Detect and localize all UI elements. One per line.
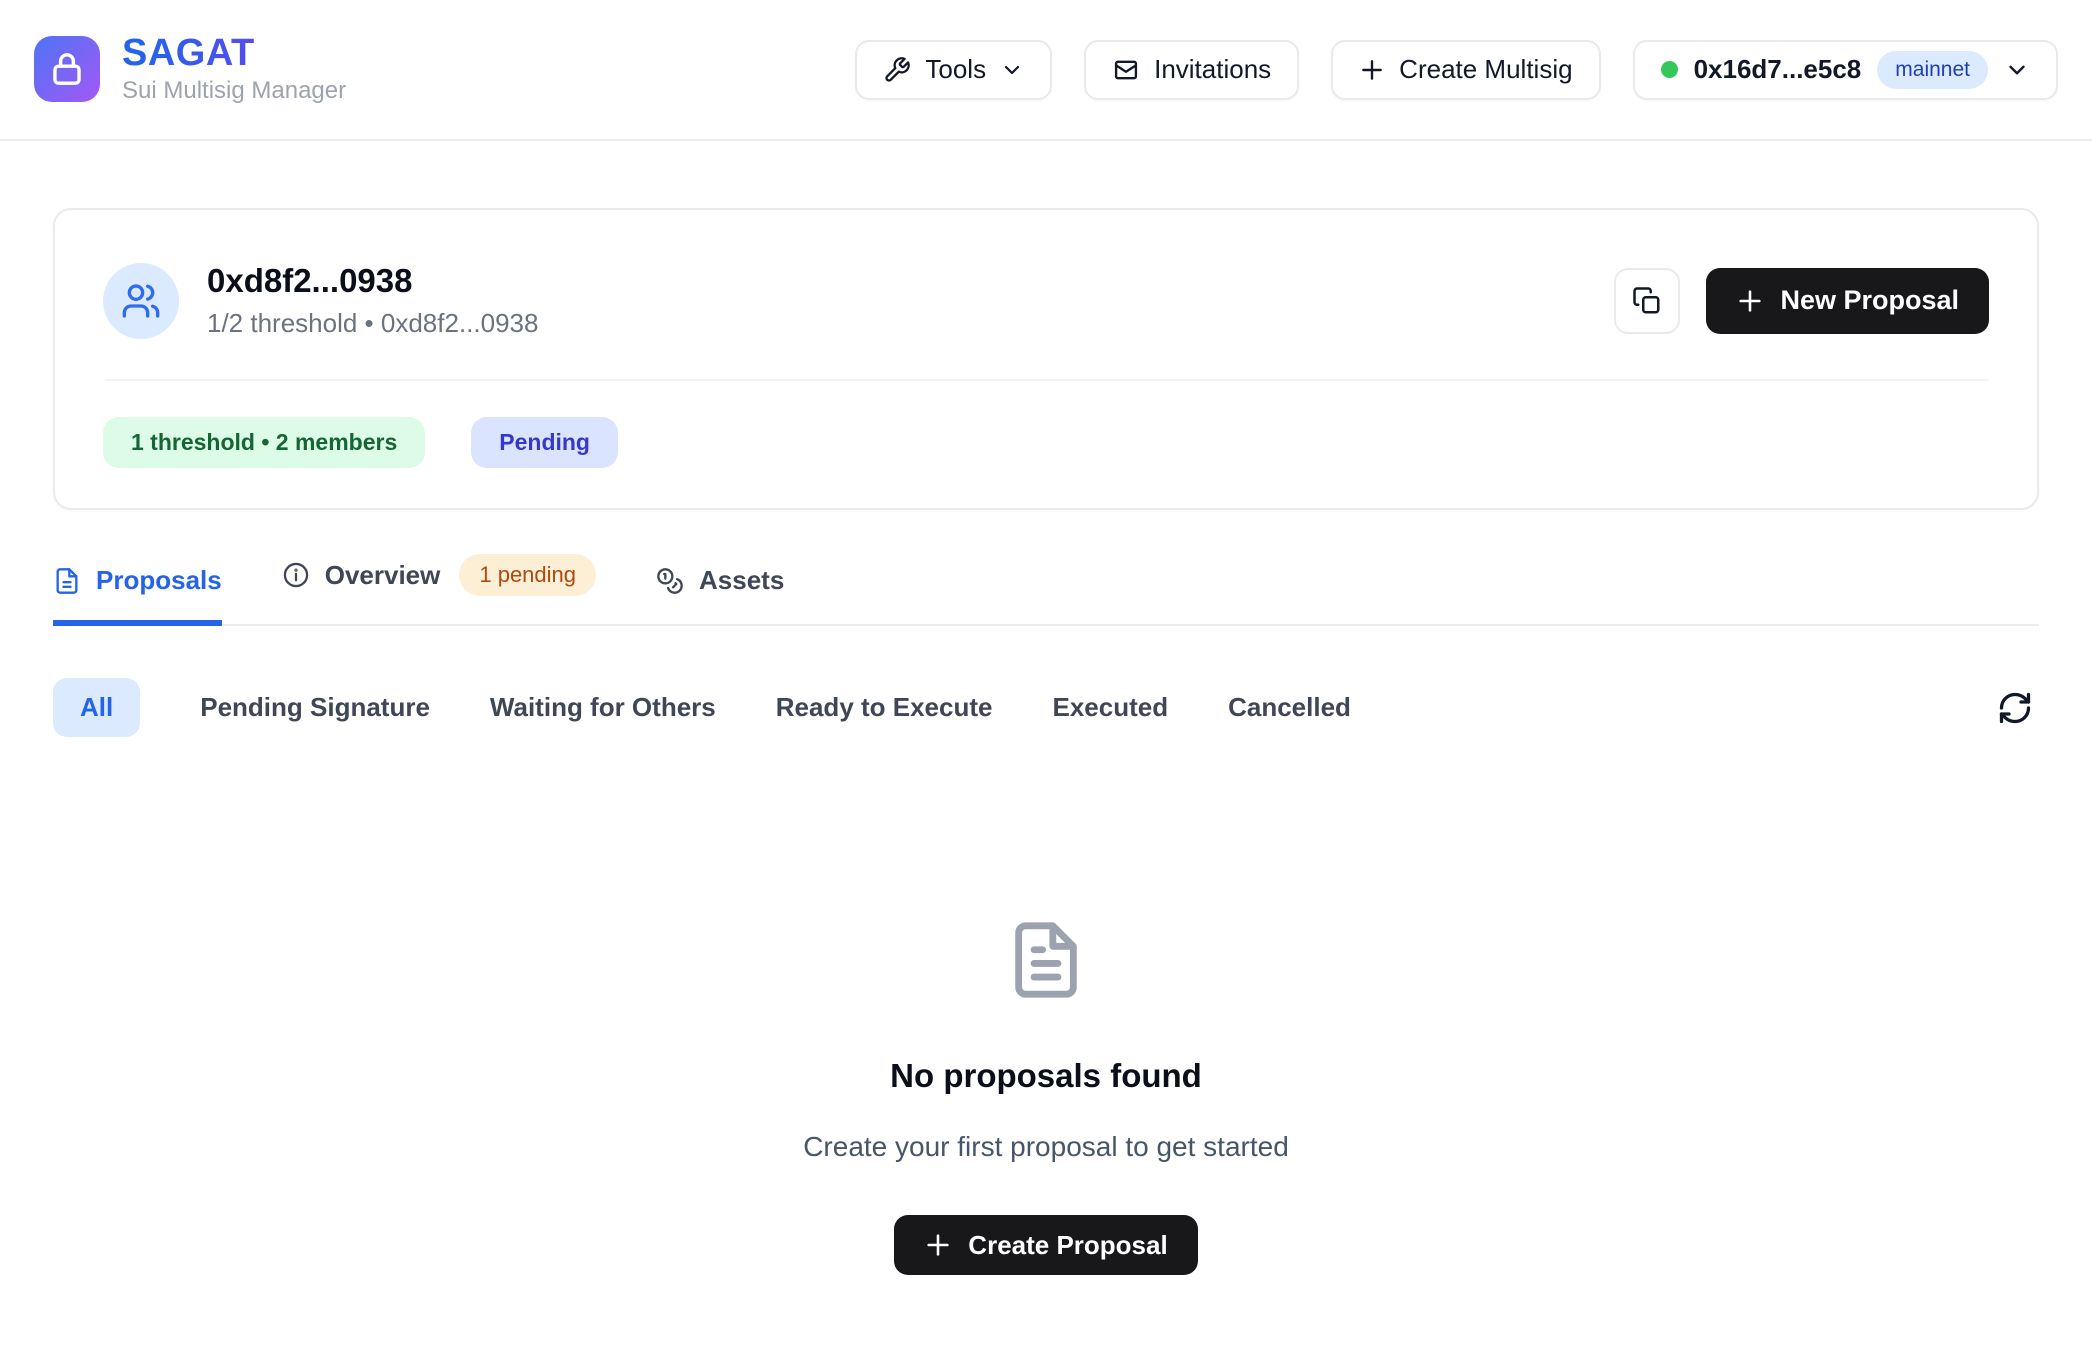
filter-all[interactable]: All [53, 678, 140, 737]
new-proposal-button[interactable]: New Proposal [1706, 268, 1989, 334]
filter-list: All Pending Signature Waiting for Others… [53, 678, 1991, 737]
pending-count-badge: 1 pending [459, 554, 596, 596]
brand-text: SAGAT Sui Multisig Manager [122, 34, 346, 106]
multisig-actions: New Proposal [1614, 268, 1989, 334]
online-status-dot [1661, 61, 1678, 78]
refresh-button[interactable] [1991, 684, 2039, 732]
filter-pending-signature[interactable]: Pending Signature [200, 678, 430, 737]
create-multisig-label: Create Multisig [1399, 54, 1572, 85]
app-title: SAGAT [122, 34, 346, 74]
multisig-card: 0xd8f2...0938 1/2 threshold • 0xd8f2...0… [53, 208, 2039, 510]
filter-waiting-for-others[interactable]: Waiting for Others [490, 678, 716, 737]
brand: SAGAT Sui Multisig Manager [34, 34, 346, 106]
app-subtitle: Sui Multisig Manager [122, 77, 346, 105]
main-content: 0xd8f2...0938 1/2 threshold • 0xd8f2...0… [0, 208, 2092, 1275]
plus-icon [1736, 287, 1764, 315]
create-proposal-label: Create Proposal [968, 1230, 1167, 1261]
filter-cancelled[interactable]: Cancelled [1228, 678, 1351, 737]
multisig-avatar [103, 263, 179, 339]
multisig-identity: 0xd8f2...0938 1/2 threshold • 0xd8f2...0… [103, 262, 538, 339]
coins-icon [656, 567, 684, 595]
lock-icon [50, 50, 84, 88]
mail-icon [1112, 56, 1140, 84]
tab-assets[interactable]: Assets [656, 565, 784, 626]
tab-proposals-label: Proposals [96, 565, 222, 596]
multisig-subtitle: 1/2 threshold • 0xd8f2...0938 [207, 308, 538, 339]
chevron-down-icon [2004, 57, 2030, 83]
document-icon [1005, 915, 1087, 1005]
invitations-label: Invitations [1154, 54, 1271, 85]
empty-state-title: No proposals found [890, 1057, 1202, 1095]
multisig-titles: 0xd8f2...0938 1/2 threshold • 0xd8f2...0… [207, 262, 538, 339]
tab-overview-label: Overview [325, 560, 441, 591]
refresh-icon [1997, 690, 2033, 726]
empty-state-subtitle: Create your first proposal to get starte… [803, 1131, 1289, 1163]
create-proposal-button[interactable]: Create Proposal [894, 1215, 1197, 1275]
plus-icon [924, 1231, 952, 1259]
tab-overview[interactable]: Overview 1 pending [282, 554, 596, 626]
header-actions: Tools Invitations Create M [855, 40, 2058, 100]
network-badge: mainnet [1877, 51, 1988, 89]
multisig-card-header: 0xd8f2...0938 1/2 threshold • 0xd8f2...0… [103, 262, 1989, 339]
empty-state: No proposals found Create your first pro… [53, 915, 2039, 1275]
card-divider [105, 379, 1989, 381]
copy-icon [1632, 286, 1662, 316]
wallet-selector[interactable]: 0x16d7...e5c8 mainnet [1633, 40, 2058, 100]
invitations-button[interactable]: Invitations [1084, 40, 1299, 100]
status-badge: Pending [471, 417, 618, 468]
membership-badge: 1 threshold • 2 members [103, 417, 425, 468]
wallet-address: 0x16d7...e5c8 [1694, 54, 1862, 85]
tab-bar: Proposals Overview 1 pending [53, 554, 2039, 626]
tab-proposals[interactable]: Proposals [53, 565, 222, 626]
file-text-icon [53, 567, 81, 595]
proposal-filters: All Pending Signature Waiting for Others… [53, 678, 2039, 737]
filter-executed[interactable]: Executed [1052, 678, 1168, 737]
copy-address-button[interactable] [1614, 268, 1680, 334]
info-icon [282, 561, 310, 589]
tab-assets-label: Assets [699, 565, 784, 596]
chevron-down-icon [1000, 58, 1024, 82]
plus-icon [1359, 57, 1385, 83]
filter-ready-to-execute[interactable]: Ready to Execute [776, 678, 993, 737]
users-icon [121, 281, 161, 321]
create-multisig-button[interactable]: Create Multisig [1331, 40, 1600, 100]
app-header: SAGAT Sui Multisig Manager Tools [0, 0, 2092, 141]
tools-button[interactable]: Tools [855, 40, 1052, 100]
new-proposal-label: New Proposal [1780, 285, 1959, 316]
multisig-badges: 1 threshold • 2 members Pending [103, 417, 1989, 468]
multisig-title: 0xd8f2...0938 [207, 262, 538, 300]
wrench-icon [883, 56, 911, 84]
app-logo [34, 36, 100, 102]
tools-label: Tools [925, 54, 986, 85]
